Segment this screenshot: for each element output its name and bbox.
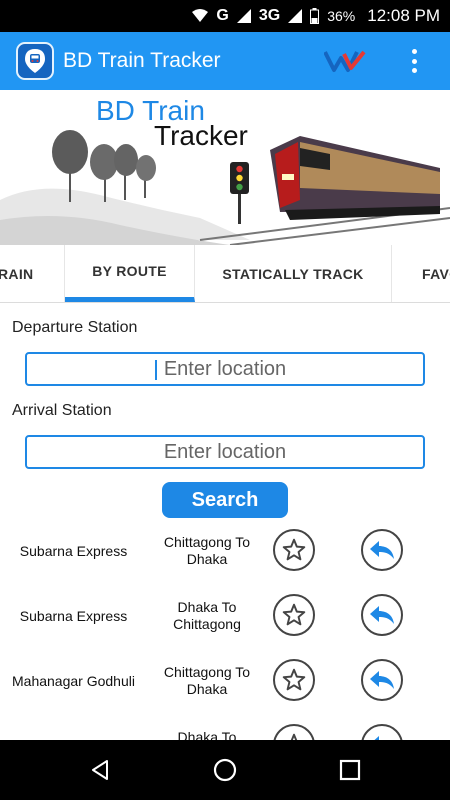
home-icon[interactable] xyxy=(211,756,239,784)
train-icon xyxy=(270,136,440,220)
favorite-star-icon[interactable] xyxy=(273,594,315,636)
status-bar: G 3G 36% 12:08 PM xyxy=(0,0,450,32)
battery-percent: 36% xyxy=(327,8,356,24)
signal-icon xyxy=(288,9,303,23)
train-route: Dhaka To Chittagong xyxy=(173,598,241,632)
overflow-menu-icon[interactable] xyxy=(404,46,424,76)
departure-input[interactable] xyxy=(27,354,423,384)
tab-label: RAIN xyxy=(0,265,34,282)
favorite-star-icon[interactable] xyxy=(273,659,315,701)
traffic-light-icon xyxy=(230,162,249,224)
app-title: BD Train Tracker xyxy=(63,49,221,72)
header-banner: BD Train Tracker xyxy=(0,90,450,245)
list-item[interactable]: Mahanagar Godhuli Chittagong To Dhaka xyxy=(0,648,450,713)
network-type-2: 3G xyxy=(258,7,281,24)
favorite-star-icon[interactable] xyxy=(273,724,315,740)
banner-title-line2: Tracker xyxy=(154,120,248,151)
departure-field-container xyxy=(25,352,425,386)
reply-arrow-icon[interactable] xyxy=(361,594,403,636)
signal-icon xyxy=(236,9,251,23)
tab-train[interactable]: RAIN xyxy=(0,245,65,302)
arrival-field-container xyxy=(25,435,425,469)
text-cursor xyxy=(155,360,157,380)
train-name: Subarna Express xyxy=(19,542,128,559)
wifi-icon xyxy=(192,9,209,23)
screen: G 3G 36% 12:08 PM BD Train Tracker BD Tr… xyxy=(0,0,450,800)
tab-favourite[interactable]: FAVO xyxy=(392,245,450,302)
tab-bar: RAIN BY ROUTE STATICALLY TRACK FAVO xyxy=(0,245,450,303)
train-name: Mahanagar Godhuli xyxy=(12,672,135,689)
train-name: Subarna Express xyxy=(19,607,128,624)
tab-label: STATICALLY TRACK xyxy=(222,265,364,282)
clock: 12:08 PM xyxy=(367,6,440,25)
results-list: Subarna Express Chittagong To Dhaka Suba… xyxy=(0,518,450,740)
train-name: Mahanagar Godhuli xyxy=(0,713,147,741)
reply-arrow-icon[interactable] xyxy=(361,529,403,571)
network-type: G xyxy=(216,7,229,24)
train-route: Chittagong To Dhaka xyxy=(163,533,251,567)
battery-icon xyxy=(310,8,320,24)
list-item[interactable]: Subarna Express Dhaka To Chittagong xyxy=(0,583,450,648)
arrival-label: Arrival Station xyxy=(12,402,112,419)
reply-arrow-icon[interactable] xyxy=(361,724,403,740)
departure-label: Departure Station xyxy=(12,319,138,336)
brand-logo-icon[interactable] xyxy=(323,48,366,74)
favorite-star-icon[interactable] xyxy=(273,529,315,571)
list-item[interactable]: Mahanagar Godhuli Dhaka To Chittagong xyxy=(0,713,450,740)
train-route: Chittagong To Dhaka xyxy=(163,663,251,697)
tab-label: BY ROUTE xyxy=(92,263,167,279)
search-button-label: Search xyxy=(191,488,259,511)
tab-by-route[interactable]: BY ROUTE xyxy=(65,245,195,302)
train-route: Dhaka To Chittagong xyxy=(177,728,237,741)
arrival-input[interactable] xyxy=(27,437,423,467)
back-icon[interactable] xyxy=(86,756,114,784)
navigation-bar xyxy=(0,740,450,800)
train-logo-icon xyxy=(16,42,54,80)
train-illustration: BD Train Tracker xyxy=(0,95,450,245)
recents-icon[interactable] xyxy=(336,756,364,784)
reply-arrow-icon[interactable] xyxy=(361,659,403,701)
tab-statically-track[interactable]: STATICALLY TRACK xyxy=(195,245,392,302)
list-item[interactable]: Subarna Express Chittagong To Dhaka xyxy=(0,518,450,583)
tab-label: FAVO xyxy=(422,265,450,282)
search-button[interactable]: Search xyxy=(162,482,288,518)
app-bar: BD Train Tracker xyxy=(0,32,450,90)
